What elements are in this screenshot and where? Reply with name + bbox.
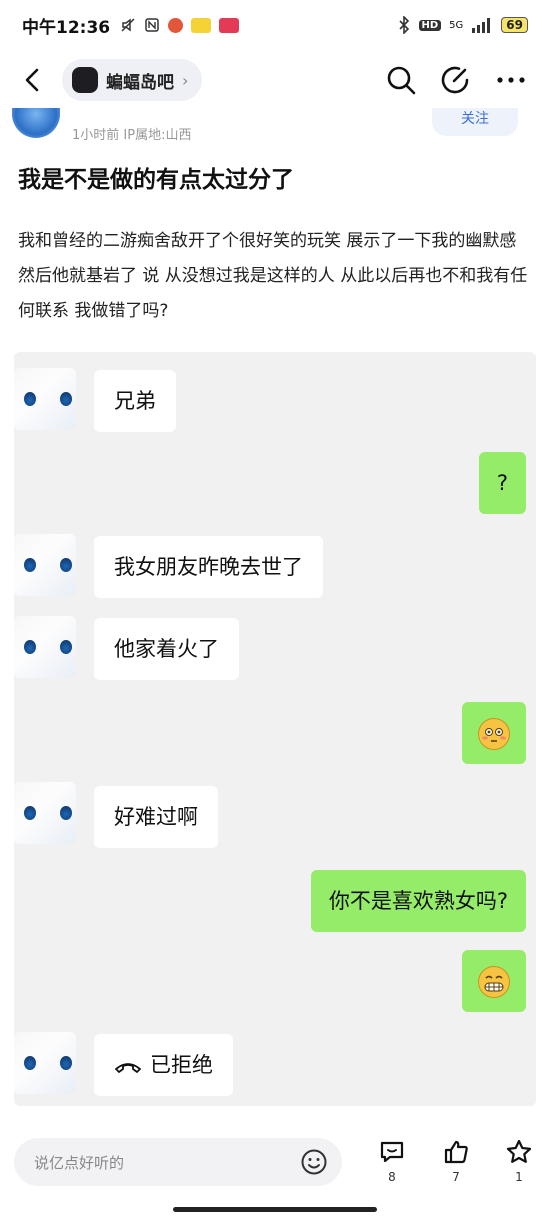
chat-message-right [462, 950, 526, 1012]
nfc-icon [145, 18, 159, 32]
post-time-location: 1小时前 IP属地:山西 [72, 128, 192, 143]
comment-input[interactable]: 说亿点好听的 [14, 1138, 342, 1186]
chevron-right-icon: › [182, 70, 189, 90]
forum-avatar [72, 67, 98, 93]
status-bar: 中午12:36 HD 5G 69 [0, 0, 550, 50]
author-avatar[interactable] [12, 108, 60, 138]
chat-message-right: 你不是喜欢熟女吗? [310, 870, 526, 932]
declined-call-icon [115, 1063, 141, 1073]
chat-message-left: 兄弟 [94, 370, 176, 432]
network-type: 5G [449, 19, 464, 31]
battery-indicator: 69 [501, 17, 528, 33]
home-indicator[interactable] [173, 1207, 377, 1212]
search-icon[interactable] [384, 63, 418, 97]
declined-call-label: 已拒绝 [150, 1053, 213, 1077]
comment-button[interactable]: 8 [372, 1138, 412, 1184]
app-notification-icon [168, 17, 184, 33]
friend-avatar [14, 782, 76, 844]
grimacing-emoji-icon [478, 966, 510, 998]
chat-screenshot[interactable]: 兄弟 ? 我女朋友昨晚去世了 他家着火了 好难过啊 你不是喜欢熟女吗? 已拒绝 [14, 352, 536, 1106]
friend-avatar [14, 368, 76, 430]
status-time: 中午12:36 [22, 17, 111, 38]
bluetooth-icon [398, 16, 409, 34]
app-notification-icon [219, 17, 240, 33]
status-system-icons: HD 5G 69 [397, 16, 528, 34]
post-meta: 1小时前 IP属地:山西 关注 [0, 108, 550, 148]
forum-entry-button[interactable]: 蝙蝠岛吧 › [62, 59, 203, 101]
post-body: 我和曾经的二游痴舍敌开了个很好笑的玩笑 展示了一下我的幽默感 然后他就基岩了 说… [18, 231, 528, 321]
post-title: 我是不是做的有点太过分了 [18, 167, 294, 193]
top-nav-bar: 蝙蝠岛吧 › [0, 55, 550, 107]
friend-avatar [14, 534, 76, 596]
chat-message-left: 已拒绝 [94, 1034, 233, 1096]
app-notification-icon [191, 17, 212, 33]
edit-icon[interactable] [438, 63, 472, 97]
forum-name: 蝙蝠岛吧 [106, 72, 174, 93]
signal-icon [472, 18, 491, 33]
chat-message-left: 他家着火了 [94, 618, 239, 680]
friend-avatar [14, 1032, 76, 1094]
favorite-count: 1 [515, 1170, 523, 1184]
star-icon [506, 1139, 532, 1163]
comment-count: 8 [388, 1170, 396, 1184]
flushed-emoji-icon [478, 718, 510, 750]
follow-button[interactable]: 关注 [432, 108, 518, 136]
chat-message-left: 好难过啊 [94, 786, 218, 848]
mute-icon [121, 18, 135, 32]
friend-avatar [14, 616, 76, 678]
favorite-button[interactable]: 1 [499, 1138, 539, 1184]
chat-message-left: 我女朋友昨晚去世了 [94, 536, 323, 598]
emoji-icon[interactable] [300, 1148, 328, 1176]
comment-placeholder: 说亿点好听的 [34, 1153, 125, 1172]
back-icon[interactable] [16, 63, 50, 97]
bottom-action-bar: 说亿点好听的 8 7 1 [0, 1128, 550, 1200]
chat-message-right [462, 702, 526, 764]
chat-message-right: ? [478, 452, 526, 514]
comment-icon [380, 1141, 404, 1163]
more-icon[interactable] [494, 63, 528, 97]
like-button[interactable]: 7 [436, 1138, 476, 1184]
thumbs-up-icon [444, 1140, 468, 1164]
like-count: 7 [452, 1170, 460, 1184]
hd-icon: HD [418, 19, 442, 31]
status-notification-icons [120, 17, 240, 33]
